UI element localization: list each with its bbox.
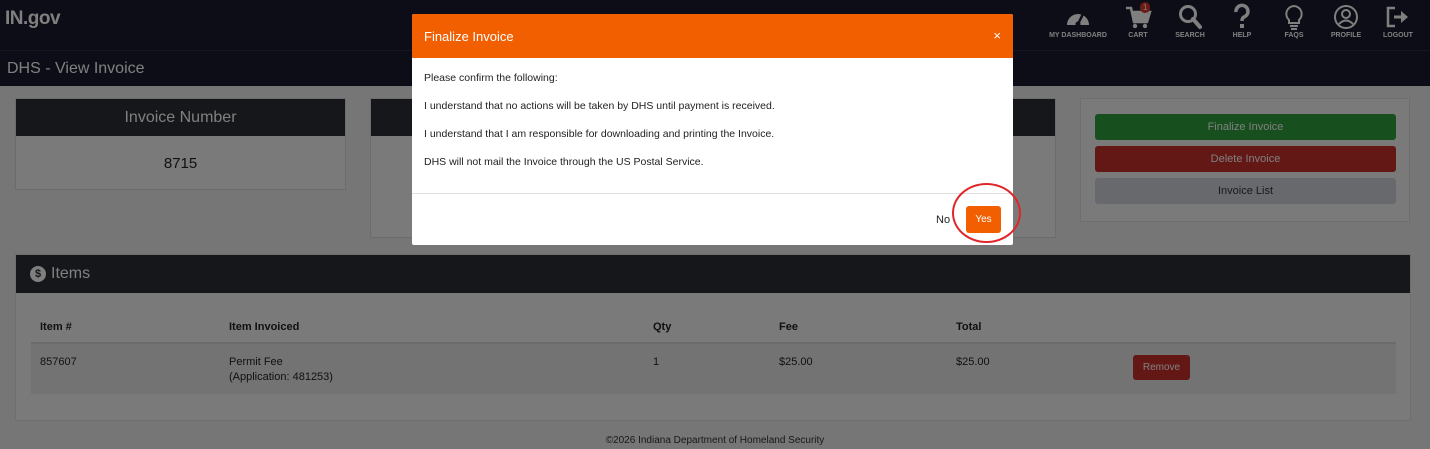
modal-title: Finalize Invoice	[424, 29, 514, 44]
modal-footer: No Yes	[412, 194, 1013, 245]
modal-text: DHS will not mail the Invoice through th…	[424, 156, 704, 168]
modal-body: Please confirm the following: I understa…	[412, 58, 1013, 194]
modal-text: I understand that I am responsible for d…	[424, 128, 775, 140]
modal-header: Finalize Invoice ×	[412, 14, 1013, 58]
no-button[interactable]: No	[936, 214, 950, 226]
modal-text: I understand that no actions will be tak…	[424, 100, 775, 112]
close-icon[interactable]: ×	[993, 28, 1001, 43]
finalize-invoice-modal: Finalize Invoice × Please confirm the fo…	[412, 14, 1013, 245]
modal-text: Please confirm the following:	[424, 72, 558, 84]
annotation-highlight-circle	[952, 183, 1021, 243]
